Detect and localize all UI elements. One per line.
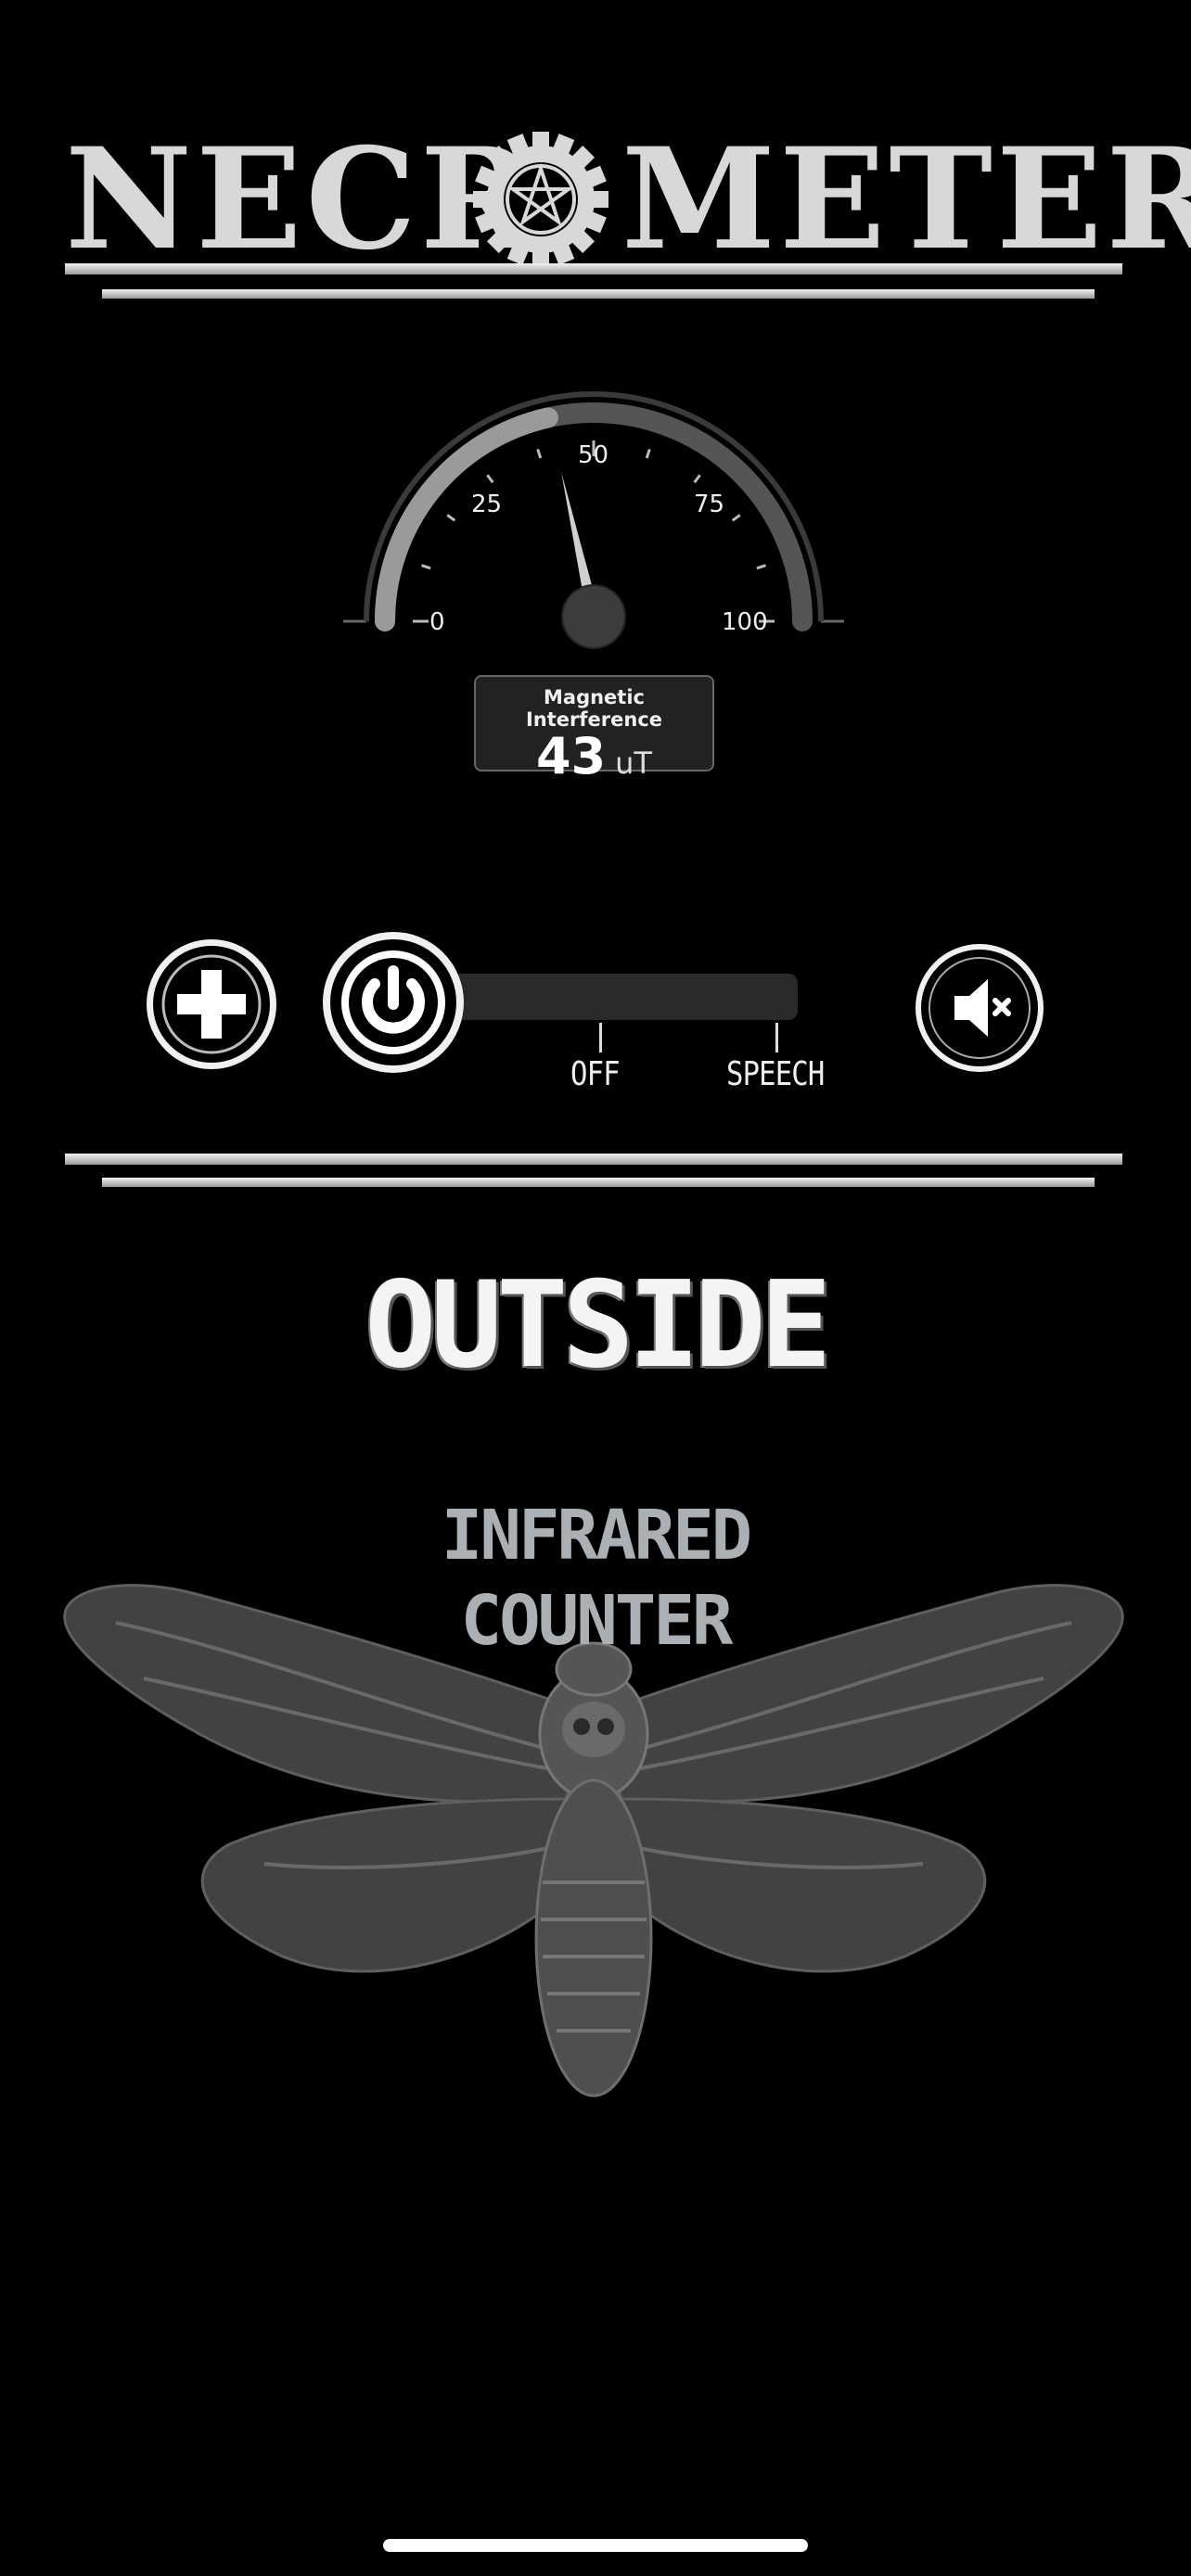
- slider-tick-off: [599, 1023, 602, 1052]
- gauge-label-75: 75: [694, 491, 724, 518]
- gauge-tick: [693, 474, 701, 484]
- gauge-label-0: 0: [429, 608, 445, 636]
- power-icon: [341, 950, 445, 1054]
- magnetic-gauge: 0 25 50 75 100: [343, 391, 844, 649]
- infrared-counter-title[interactable]: INFRARED COUNTER: [0, 1493, 1191, 1664]
- counter-title-line1: INFRARED: [441, 1496, 752, 1575]
- readout-label: Magnetic Interference: [525, 686, 663, 731]
- app-title: NECR METER: [65, 118, 1191, 281]
- pentagram-gear-icon: [473, 132, 608, 267]
- gauge-tick: [446, 514, 456, 522]
- add-button[interactable]: [147, 939, 276, 1069]
- location-mode-label[interactable]: OUTSIDE: [0, 1256, 1191, 1396]
- gauge-tick: [536, 449, 543, 459]
- section-divider-bottom: [102, 1178, 1095, 1187]
- gauge-label-50: 50: [578, 441, 608, 469]
- home-indicator[interactable]: [383, 2539, 808, 2552]
- gauge-fill: [375, 407, 558, 631]
- gauge-label-100: 100: [722, 608, 768, 636]
- mute-button[interactable]: [916, 944, 1044, 1072]
- counter-title-line2: COUNTER: [460, 1581, 734, 1661]
- power-slider-handle[interactable]: [323, 932, 464, 1073]
- gauge-tick: [731, 514, 741, 522]
- gauge-tick: [645, 449, 651, 459]
- app-title-right: METER: [621, 118, 1191, 281]
- readout-value: 43: [536, 727, 607, 785]
- mode-slider-track[interactable]: [417, 974, 798, 1020]
- gauge-tick: [421, 564, 431, 570]
- slider-label-speech[interactable]: SPEECH: [726, 1055, 825, 1093]
- gauge-label-25: 25: [471, 491, 502, 518]
- app-title-left: NECR: [65, 118, 540, 281]
- speaker-muted-icon: [928, 957, 1031, 1059]
- title-divider-top: [65, 263, 1122, 274]
- slider-label-off[interactable]: OFF: [570, 1055, 621, 1093]
- slider-tick-speech: [775, 1023, 778, 1052]
- section-divider-top: [65, 1154, 1122, 1165]
- readout-unit: uT: [615, 746, 652, 781]
- gauge-hub: [561, 584, 626, 649]
- plus-icon: [161, 954, 262, 1054]
- title-divider-bottom: [102, 289, 1095, 299]
- readout-box: Magnetic Interference 43 uT: [474, 675, 714, 783]
- gauge-tick: [486, 474, 494, 484]
- gauge-tick: [756, 564, 766, 570]
